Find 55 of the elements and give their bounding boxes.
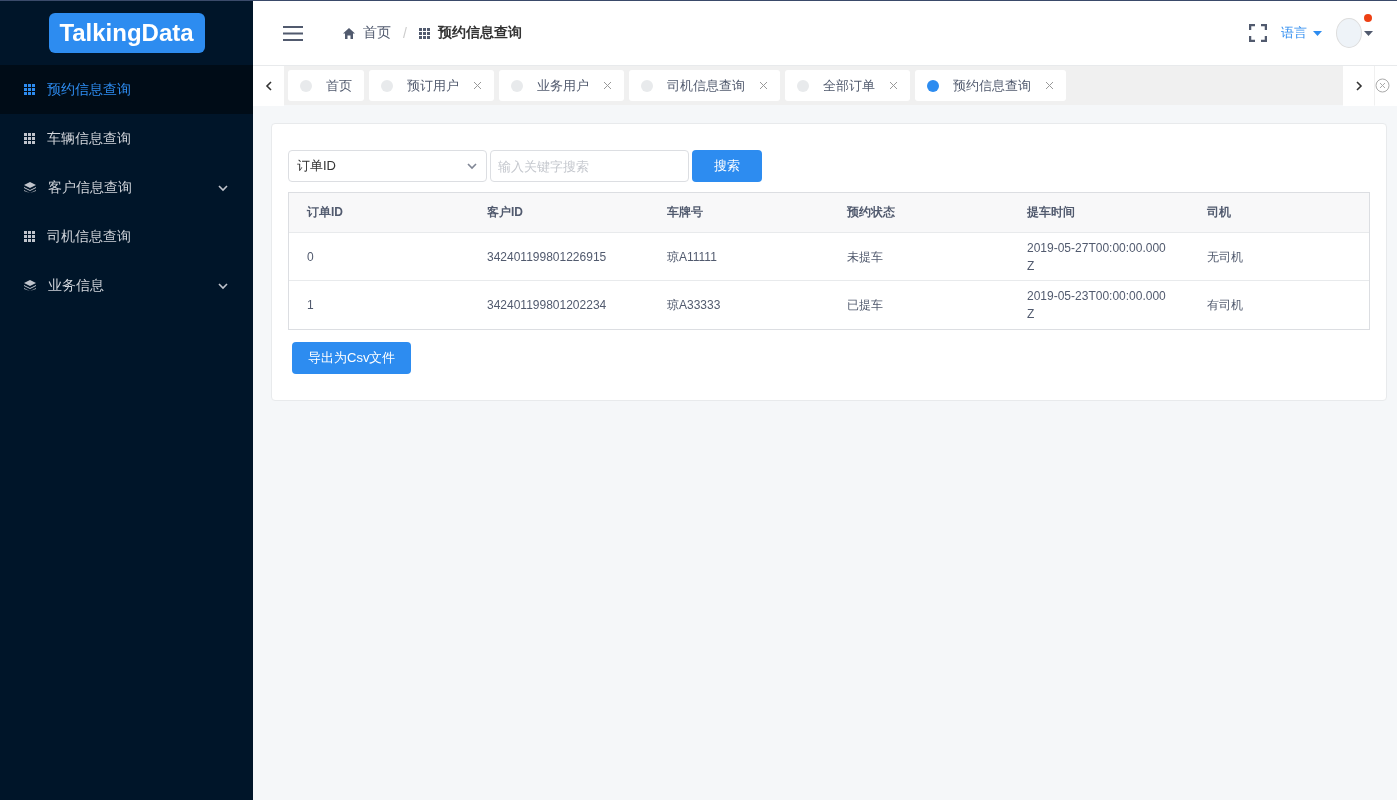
table-cell-text: 未提车 — [847, 248, 883, 266]
breadcrumb-separator: / — [403, 25, 407, 41]
caret-icon — [1364, 30, 1373, 36]
sidebar-item[interactable]: 司机信息查询 — [0, 212, 253, 261]
tab[interactable]: 司机信息查询 — [629, 70, 780, 101]
table-cell-text: 342401199801202234 — [487, 297, 607, 314]
close-icon[interactable] — [1045, 81, 1054, 90]
table-cell-text: 1 — [307, 297, 314, 314]
table-cell-text: 2019-05-23T00:00:00.000Z — [1027, 288, 1167, 323]
close-icon[interactable] — [603, 81, 612, 90]
close-icon[interactable] — [889, 81, 898, 90]
table-cell-text: 无司机 — [1207, 248, 1243, 266]
tab[interactable]: 预约信息查询 — [915, 70, 1066, 101]
grid-icon — [24, 231, 35, 242]
column-header: 司机 — [1189, 193, 1369, 233]
close-all-button[interactable] — [1375, 65, 1397, 106]
field-select[interactable]: 订单ID — [288, 150, 487, 182]
grid-icon — [24, 133, 35, 144]
sidebar-item[interactable]: 业务信息 — [0, 261, 253, 310]
tab[interactable]: 业务用户 — [499, 70, 624, 101]
close-icon[interactable] — [759, 81, 768, 90]
caret-icon — [1313, 30, 1322, 36]
breadcrumb-item[interactable]: 预约信息查询 — [437, 24, 522, 42]
scroll-right-button[interactable] — [1343, 65, 1374, 106]
breadcrumb-item[interactable]: 首页 — [363, 24, 391, 42]
column-header: 提车时间 — [1009, 193, 1189, 233]
menu-icon[interactable] — [283, 25, 303, 41]
table-cell-text: 有司机 — [1207, 297, 1243, 314]
close-circle-icon — [1375, 78, 1390, 93]
grid-icon — [24, 84, 35, 95]
sidebar-item[interactable]: 车辆信息查询 — [0, 114, 253, 163]
chevron-down-icon — [466, 160, 478, 172]
grid-icon — [418, 27, 430, 39]
column-header: 客户ID — [469, 193, 649, 233]
table-cell-text: 2019-05-27T00:00:00.000Z — [1027, 239, 1167, 275]
table-cell-text: 已提车 — [847, 297, 883, 314]
column-header: 预约状态 — [829, 193, 1009, 233]
home-icon — [343, 27, 355, 39]
scroll-left-button[interactable] — [253, 65, 284, 106]
tab[interactable]: 全部订单 — [785, 70, 910, 101]
close-icon[interactable] — [473, 81, 482, 90]
table-cell-text: 0 — [307, 248, 314, 266]
table-cell-text: 琼A11111 — [667, 248, 717, 266]
table-cell-text: 琼A33333 — [667, 297, 721, 314]
sidebar-item[interactable]: 预约信息查询 — [0, 65, 253, 114]
layers-icon — [24, 280, 36, 291]
table-cell-text: 342401199801226915 — [487, 248, 607, 266]
layers-icon — [24, 182, 36, 193]
language-dropdown[interactable]: 语言 — [1281, 24, 1322, 42]
sidebar-item[interactable]: 客户信息查询 — [0, 163, 253, 212]
fullscreen-icon[interactable] — [1249, 24, 1267, 42]
column-header: 车牌号 — [649, 193, 829, 233]
tab[interactable]: 预订用户 — [369, 70, 494, 101]
tab[interactable]: 首页 — [288, 70, 364, 101]
column-header: 订单ID — [289, 193, 469, 233]
